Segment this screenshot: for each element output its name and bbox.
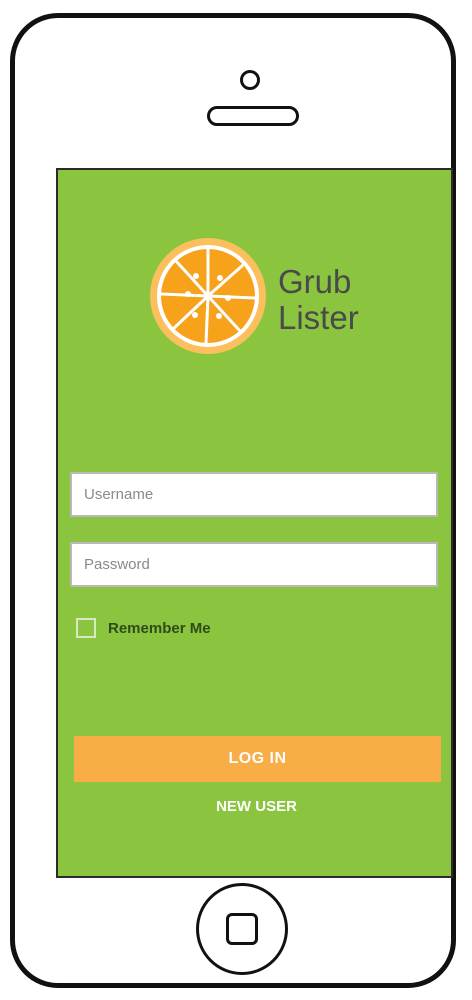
login-button[interactable]: LOG IN — [74, 736, 441, 782]
app-screen: Grub Lister Remember Me LOG IN NEW USER — [56, 168, 453, 878]
remember-me-label: Remember Me — [108, 619, 211, 637]
app-name: Grub Lister — [278, 264, 359, 336]
front-camera — [240, 70, 260, 90]
app-name-line1: Grub — [278, 263, 352, 300]
phone-frame: Grub Lister Remember Me LOG IN NEW USER — [10, 13, 456, 988]
orange-slice-icon — [150, 238, 266, 354]
username-input[interactable] — [70, 472, 438, 517]
new-user-link[interactable]: NEW USER — [58, 798, 455, 815]
password-input[interactable] — [70, 542, 438, 587]
speaker-grille — [207, 106, 299, 126]
home-square-icon — [226, 913, 258, 945]
app-name-line2: Lister — [278, 299, 359, 336]
app-logo: Grub Lister — [148, 236, 378, 366]
home-button[interactable] — [196, 883, 288, 975]
remember-me-checkbox[interactable] — [76, 618, 96, 638]
remember-me-row[interactable]: Remember Me — [76, 618, 211, 638]
